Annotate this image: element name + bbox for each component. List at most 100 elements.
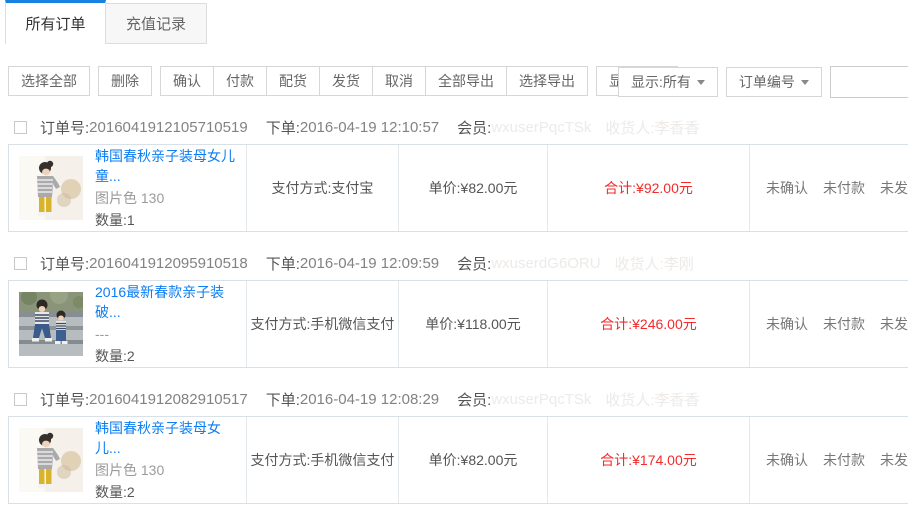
- toolbar-filters: 显示:所有 订单编号: [618, 66, 908, 98]
- product-image[interactable]: [19, 156, 83, 220]
- export-all-button[interactable]: 全部导出: [425, 66, 507, 96]
- receiver-value: 收货人:李刚: [615, 253, 694, 274]
- order-row: 韩国春秋亲子装母女儿... 图片色 130 数量:2 支付方式:手机微信支付 单…: [8, 416, 908, 504]
- ship-button[interactable]: 发货: [319, 66, 373, 96]
- confirm-button[interactable]: 确认: [160, 66, 214, 96]
- payment-cell: 支付方式:手机微信支付: [247, 281, 399, 367]
- caret-down-icon: [697, 80, 705, 85]
- product-cell: 2016最新春款亲子装破... --- 数量:2: [9, 281, 247, 367]
- placed-label: 下单:: [266, 117, 300, 138]
- order-row: 韩国春秋亲子装母女儿童... 图片色 130 数量:1 支付方式:支付宝 单价:…: [8, 144, 908, 232]
- tab-all-orders[interactable]: 所有订单: [5, 0, 106, 44]
- product-title-link[interactable]: 韩国春秋亲子装母女儿...: [95, 418, 246, 458]
- tab-bar: 所有订单 充值记录: [0, 0, 908, 44]
- product-spec: 图片色 130: [95, 188, 246, 208]
- order-block: 订单号: 2016041912105710519 下单: 2016-04-19 …: [8, 116, 908, 232]
- status-unshipped: 未发货: [880, 314, 908, 334]
- delete-button[interactable]: 删除: [98, 66, 152, 96]
- export-selected-button[interactable]: 选择导出: [506, 66, 588, 96]
- toolbar: 选择全部 删除 确认 付款 配货 发货 取消 全部导出 选择导出 显示帮助 显示…: [8, 66, 908, 96]
- member-label: 会员:: [457, 253, 491, 274]
- order-header: 订单号: 2016041912105710519 下单: 2016-04-19 …: [14, 116, 908, 138]
- member-value: wxuserdG6ORU: [491, 255, 600, 272]
- select-all-button[interactable]: 选择全部: [8, 66, 90, 96]
- order-search-input[interactable]: [830, 66, 908, 98]
- tab-recharge-records[interactable]: 充值记录: [106, 3, 207, 44]
- member-label: 会员:: [457, 117, 491, 138]
- status-cell: 未确认 未付款 未发货: [750, 417, 908, 503]
- order-block: 订单号: 2016041912095910518 下单: 2016-04-19 …: [8, 252, 908, 368]
- unit-price: 单价:¥82.00元: [429, 450, 518, 470]
- caret-down-icon: [801, 80, 809, 85]
- order-no-label: 订单号:: [40, 253, 89, 274]
- order-checkbox[interactable]: [14, 121, 27, 134]
- product-spec: 图片色 130: [95, 460, 246, 480]
- total-cell: 合计:¥246.00元: [548, 281, 750, 367]
- status-unconfirmed: 未确认: [766, 178, 808, 198]
- product-title-link[interactable]: 韩国春秋亲子装母女儿童...: [95, 146, 246, 186]
- product-image[interactable]: [19, 292, 83, 356]
- total-cell: 合计:¥174.00元: [548, 417, 750, 503]
- order-action-group: 确认 付款 配货 发货 取消 全部导出 选择导出: [160, 66, 588, 96]
- payment-cell: 支付方式:支付宝: [247, 145, 399, 231]
- product-details: 韩国春秋亲子装母女儿童... 图片色 130 数量:1: [95, 146, 246, 230]
- total-cell: 合计:¥92.00元: [548, 145, 750, 231]
- status-unpaid: 未付款: [823, 178, 865, 198]
- order-total: 合计:¥246.00元: [600, 314, 697, 334]
- unit-price: 单价:¥118.00元: [425, 314, 520, 334]
- payment-cell: 支付方式:手机微信支付: [247, 417, 399, 503]
- order-no-value: 2016041912095910518: [89, 255, 248, 272]
- status-unshipped: 未发货: [880, 178, 908, 198]
- placed-label: 下单:: [266, 389, 300, 410]
- order-no-value: 2016041912082910517: [89, 391, 248, 408]
- product-details: 2016最新春款亲子装破... --- 数量:2: [95, 282, 246, 366]
- order-block: 订单号: 2016041912082910517 下单: 2016-04-19 …: [8, 388, 908, 504]
- placed-time: 2016-04-19 12:10:57: [300, 119, 439, 136]
- order-no-filter-dropdown[interactable]: 订单编号: [726, 67, 822, 97]
- placed-time: 2016-04-19 12:09:59: [300, 255, 439, 272]
- order-no-filter-label: 订单编号: [739, 68, 795, 96]
- order-no-label: 订单号:: [40, 117, 89, 138]
- status-cell: 未确认 未付款 未发货: [750, 145, 908, 231]
- pay-button[interactable]: 付款: [213, 66, 267, 96]
- status-cell: 未确认 未付款 未发货: [750, 281, 908, 367]
- status-unshipped: 未发货: [880, 450, 908, 470]
- order-checkbox[interactable]: [14, 257, 27, 270]
- allocate-button[interactable]: 配货: [266, 66, 320, 96]
- receiver-value: 收货人:李香香: [605, 389, 699, 410]
- unit-price: 单价:¥82.00元: [429, 178, 518, 198]
- payment-method: 支付方式:手机微信支付: [251, 314, 395, 334]
- placed-label: 下单:: [266, 253, 300, 274]
- product-quantity: 数量:1: [95, 210, 246, 230]
- product-spec: ---: [95, 324, 246, 344]
- order-header: 订单号: 2016041912082910517 下单: 2016-04-19 …: [14, 388, 908, 410]
- order-total: 合计:¥174.00元: [600, 450, 697, 470]
- order-row: 2016最新春款亲子装破... --- 数量:2 支付方式:手机微信支付 单价:…: [8, 280, 908, 368]
- unit-price-cell: 单价:¥118.00元: [399, 281, 548, 367]
- placed-time: 2016-04-19 12:08:29: [300, 391, 439, 408]
- status-unpaid: 未付款: [823, 314, 865, 334]
- unit-price-cell: 单价:¥82.00元: [399, 145, 548, 231]
- payment-method: 支付方式:支付宝: [272, 178, 374, 198]
- product-image[interactable]: [19, 428, 83, 492]
- product-details: 韩国春秋亲子装母女儿... 图片色 130 数量:2: [95, 418, 246, 502]
- member-value: wxuserPqcTSk: [491, 119, 591, 136]
- status-unpaid: 未付款: [823, 450, 865, 470]
- order-total: 合计:¥92.00元: [604, 178, 693, 198]
- product-cell: 韩国春秋亲子装母女儿童... 图片色 130 数量:1: [9, 145, 247, 231]
- cancel-button[interactable]: 取消: [372, 66, 426, 96]
- status-unconfirmed: 未确认: [766, 450, 808, 470]
- status-unconfirmed: 未确认: [766, 314, 808, 334]
- unit-price-cell: 单价:¥82.00元: [399, 417, 548, 503]
- order-no-value: 2016041912105710519: [89, 119, 248, 136]
- product-quantity: 数量:2: [95, 482, 246, 502]
- product-title-link[interactable]: 2016最新春款亲子装破...: [95, 282, 246, 322]
- order-no-label: 订单号:: [40, 389, 89, 410]
- member-value: wxuserPqcTSk: [491, 391, 591, 408]
- product-cell: 韩国春秋亲子装母女儿... 图片色 130 数量:2: [9, 417, 247, 503]
- order-header: 订单号: 2016041912095910518 下单: 2016-04-19 …: [14, 252, 908, 274]
- order-checkbox[interactable]: [14, 393, 27, 406]
- display-filter-dropdown[interactable]: 显示:所有: [618, 67, 718, 97]
- receiver-value: 收货人:李香香: [605, 117, 699, 138]
- member-label: 会员:: [457, 389, 491, 410]
